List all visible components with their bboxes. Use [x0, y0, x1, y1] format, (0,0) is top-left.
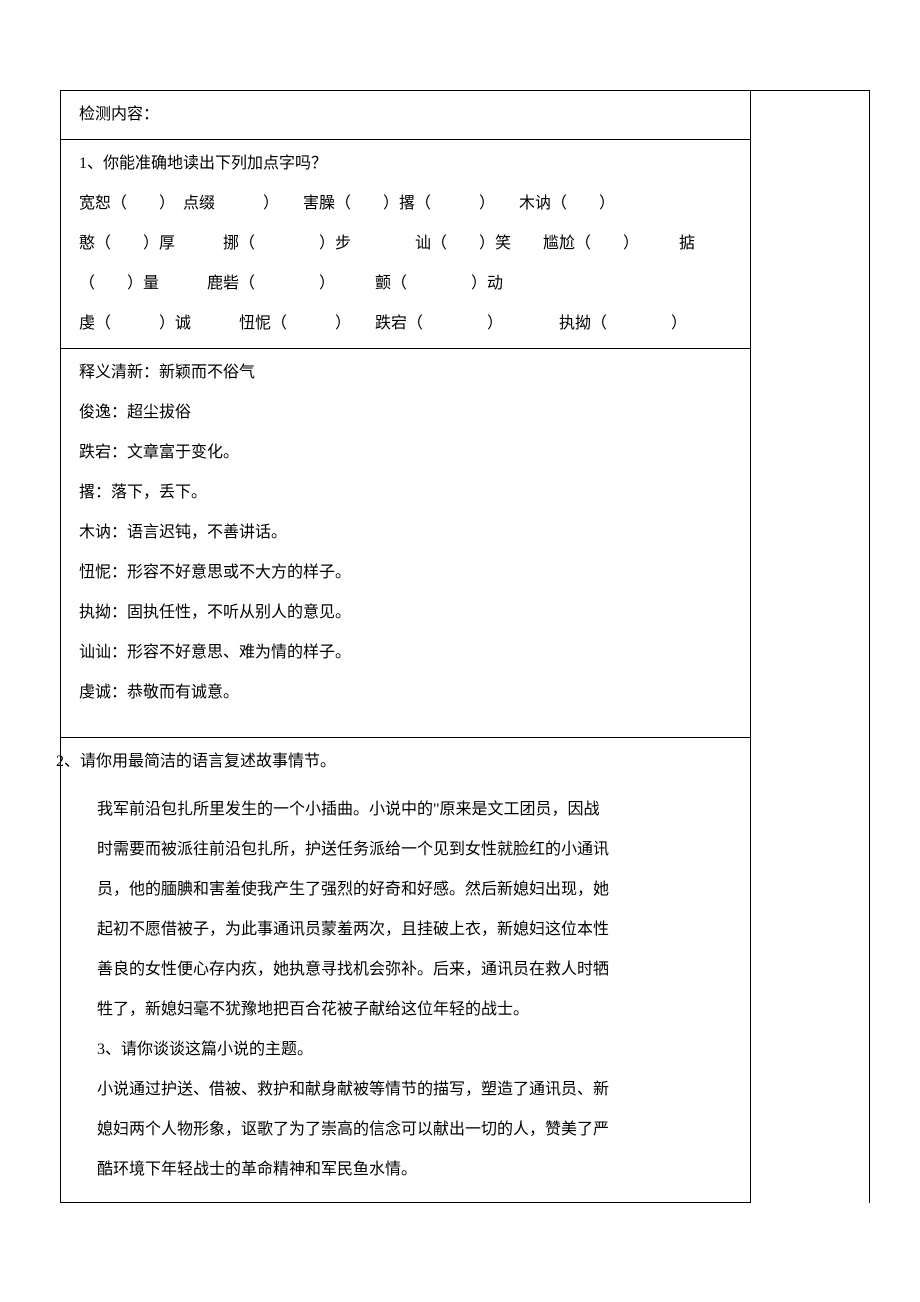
def-3: 跌宕：文章富于变化。 — [79, 433, 732, 473]
def-6: 忸怩：形容不好意思或不大方的样子。 — [79, 553, 732, 593]
q2-prompt-row: 2、请你用最简洁的语言复述故事情节。 — [56, 738, 750, 786]
q2-prompt: 2、请你用最简洁的语言复述故事情节。 — [56, 753, 336, 770]
q2-body-1: 我军前沿包扎所里发生的一个小插曲。小说中的"原来是文工团员，因战 — [97, 790, 732, 830]
question-1-block: 1、你能准确地读出下列加点字吗？ 宽恕（ ） 点缀 ） 害臊（ ）撂（ ） 木讷… — [61, 140, 750, 349]
q1-prompt: 1、你能准确地读出下列加点字吗？ — [79, 144, 732, 184]
side-column — [750, 91, 870, 1203]
def-9: 虔诚：恭敬而有诚意。 — [79, 673, 732, 713]
q1-line-1: 宽恕（ ） 点缀 ） 害臊（ ）撂（ ） 木讷（ ） — [79, 184, 732, 224]
q1-line-3: （ ）量 鹿砦（ ） 颤（ ）动 — [79, 264, 732, 304]
document-outer: 检测内容： 1、你能准确地读出下列加点字吗？ 宽恕（ ） 点缀 ） 害臊（ ）撂… — [60, 90, 870, 1203]
q2-body-3: 员，他的腼腆和害羞使我产生了强烈的好奇和好感。然后新媳妇出现，她 — [97, 870, 732, 910]
q1-line-2: 憨（ ）厚 挪（ ）步 讪（ ）笑 尴尬（ ） 掂 — [79, 224, 732, 264]
q2-body-2: 时需要而被派往前沿包扎所，护送任务派给一个见到女性就脸红的小通讯 — [97, 830, 732, 870]
def-7: 执拗：固执任性，不听从别人的意见。 — [79, 593, 732, 633]
q2-body-6: 牲了，新媳妇毫不犹豫地把百合花被子献给这位年轻的战士。 — [97, 990, 732, 1030]
main-column: 检测内容： 1、你能准确地读出下列加点字吗？ 宽恕（ ） 点缀 ） 害臊（ ）撂… — [60, 91, 750, 1203]
q1-line-4: 虔（ ）诚 忸怩（ ） 跌宕（ ） 执拗（ ） — [79, 304, 732, 344]
q2-body-4: 起初不愿借被子，为此事通讯员蒙羞两次，且挂破上衣，新媳妇这位本性 — [97, 910, 732, 950]
header-title: 检测内容： — [79, 106, 159, 123]
def-2: 俊逸：超尘拔俗 — [79, 393, 732, 433]
q3-body-1: 小说通过护送、借被、救护和献身献被等情节的描写，塑造了通讯员、新 — [97, 1070, 732, 1110]
answers-block: 我军前沿包扎所里发生的一个小插曲。小说中的"原来是文工团员，因战 时需要而被派往… — [61, 786, 750, 1203]
def-8: 讪讪：形容不好意思、难为情的样子。 — [79, 633, 732, 673]
def-4: 撂：落下，丢下。 — [79, 473, 732, 513]
definitions-block: 释义清新：新颖而不俗气 俊逸：超尘拔俗 跌宕：文章富于变化。 撂：落下，丢下。 … — [61, 349, 750, 738]
def-5: 木讷：语言迟钝，不善讲话。 — [79, 513, 732, 553]
q3-body-3: 酷环境下年轻战士的革命精神和军民鱼水情。 — [97, 1150, 732, 1190]
def-1: 释义清新：新颖而不俗气 — [79, 353, 732, 393]
q2-body-5: 善良的女性便心存内疚，她执意寻找机会弥补。后来，通讯员在救人时牺 — [97, 950, 732, 990]
header-row: 检测内容： — [61, 91, 750, 140]
q3-prompt: 3、请你谈谈这篇小说的主题。 — [97, 1030, 732, 1070]
q3-body-2: 媳妇两个人物形象，讴歌了为了崇高的信念可以献出一切的人，赞美了严 — [97, 1110, 732, 1150]
